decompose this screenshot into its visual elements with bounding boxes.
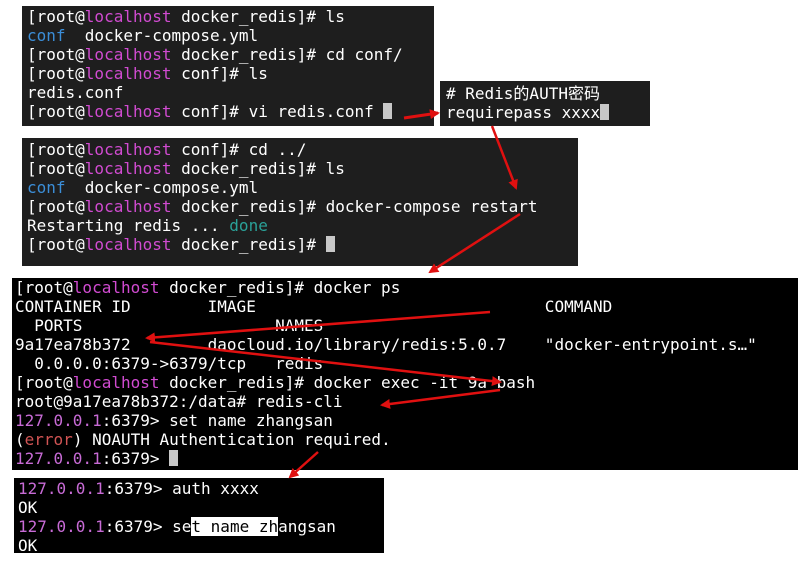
docker-ps-header: CONTAINER ID IMAGE COMMAND [15, 297, 613, 316]
config-comment: # Redis的AUTH密码 [446, 84, 600, 103]
terminal-cursor [383, 103, 393, 119]
terminal-line: [root@localhost docker_redis]# docker-co… [27, 197, 538, 216]
redis-cli-line: 127.0.0.1:6379> set name zhangsan [18, 517, 336, 536]
terminal-line: [root@localhost conf]# vi redis.conf [27, 102, 434, 121]
redis-output: OK [18, 498, 38, 517]
terminal-line: conf docker-compose.yml [27, 178, 259, 197]
config-requirepass: requirepass xxxx [446, 103, 650, 122]
docker-ps-row: 0.0.0.0:6379->6379/tcp redis [15, 354, 324, 373]
terminal-ls-conf: [root@localhost docker_redis]# ls conf d… [22, 6, 434, 126]
terminal-docker-ps-exec: [root@localhost docker_redis]# docker ps… [12, 278, 798, 470]
terminal-line: [root@localhost docker_redis]# ls [27, 7, 345, 26]
terminal-cursor [169, 450, 179, 466]
terminal-compose-restart: [root@localhost conf]# cd ../ [root@loca… [22, 138, 578, 266]
terminal-line: Restarting redis ... done [27, 216, 268, 235]
terminal-line: [root@localhost conf]# ls [27, 64, 268, 83]
docker-ps-row: 9a17ea78b372 daocloud.io/library/redis:5… [15, 335, 757, 354]
terminal-line: [root@localhost docker_redis]# docker ps [15, 278, 401, 297]
terminal-line: conf docker-compose.yml [27, 26, 259, 45]
terminal-line: [root@localhost conf]# cd ../ [27, 140, 307, 159]
terminal-line: [root@localhost docker_redis]# docker ex… [15, 373, 536, 392]
redis-cli-line: 127.0.0.1:6379> [15, 449, 798, 468]
terminal-line: root@9a17ea78b372:/data# redis-cli [15, 392, 343, 411]
docker-ps-header: PORTS NAMES [15, 316, 324, 335]
redis-error-line: (error) NOAUTH Authentication required. [15, 430, 391, 449]
terminal-redis-conf-editor: # Redis的AUTH密码 requirepass xxxx [440, 81, 650, 126]
redis-output: OK [18, 536, 38, 555]
terminal-cursor [325, 236, 335, 252]
terminal-cursor [600, 104, 610, 120]
terminal-line: [root@localhost docker_redis]# [27, 235, 578, 254]
terminal-line: [root@localhost docker_redis]# ls [27, 159, 345, 178]
terminal-line: redis.conf [27, 83, 124, 102]
terminal-redis-auth: 127.0.0.1:6379> auth xxxx OK 127.0.0.1:6… [14, 478, 384, 555]
redis-cli-line: 127.0.0.1:6379> set name zhangsan [15, 411, 333, 430]
terminal-line: [root@localhost docker_redis]# cd conf/ [27, 45, 403, 64]
redis-cli-line: 127.0.0.1:6379> auth xxxx [18, 479, 259, 498]
